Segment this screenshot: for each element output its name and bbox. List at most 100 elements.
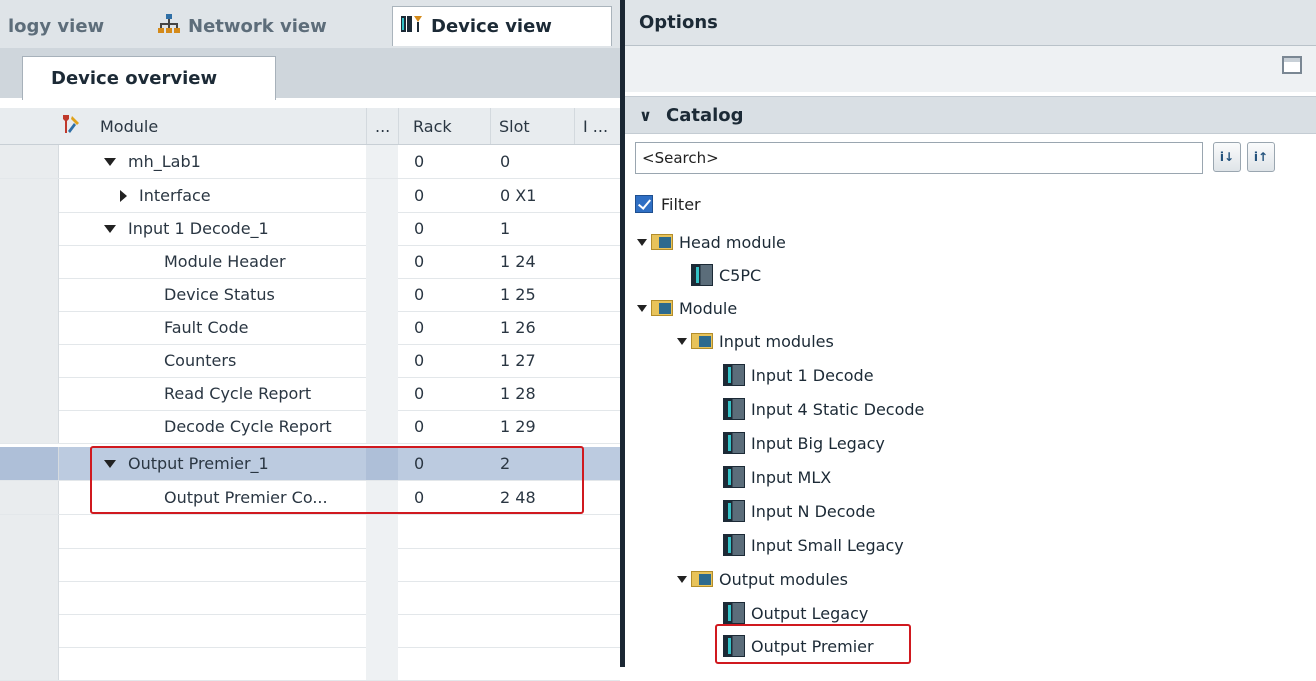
catalog-search-value: <Search> xyxy=(642,149,719,167)
filter-checkbox[interactable] xyxy=(635,195,653,213)
tree-node-module[interactable]: Module xyxy=(637,292,737,324)
row-gutter xyxy=(0,145,59,178)
column-header-i-label: I ... xyxy=(583,116,609,136)
slot-cell: 0 xyxy=(500,152,511,171)
module-cell: Device Status xyxy=(164,285,275,304)
search-down-button[interactable]: i↓ xyxy=(1213,142,1241,172)
collapse-arrow-icon[interactable] xyxy=(104,157,116,166)
collapse-arrow-icon[interactable] xyxy=(104,224,116,233)
tab-network-view[interactable]: Network view xyxy=(150,6,386,46)
module-icon xyxy=(723,602,745,624)
tree-node-label: Output modules xyxy=(719,569,848,589)
catalog-search-input[interactable]: <Search> xyxy=(635,142,1203,174)
table-row[interactable]: Read Cycle Report 0 1 28 xyxy=(0,377,620,411)
tree-node-input-4-static-decode[interactable]: Input 4 Static Decode xyxy=(723,393,924,425)
folder-icon xyxy=(651,234,673,250)
table-row-empty[interactable] xyxy=(0,614,620,648)
row-shade xyxy=(366,344,398,377)
tree-node-input-big-legacy[interactable]: Input Big Legacy xyxy=(723,427,885,459)
tree-node-label: Module xyxy=(679,298,738,318)
table-row[interactable]: Interface 0 0 X1 xyxy=(0,179,620,213)
tree-node-label: Input N Decode xyxy=(751,501,876,521)
column-header-rack[interactable]: Rack xyxy=(398,108,490,144)
module-name: Interface xyxy=(139,186,211,205)
tree-node-label: Input MLX xyxy=(751,467,832,487)
row-shade xyxy=(366,581,398,614)
filter-label: Filter xyxy=(661,194,701,214)
slot-cell: 1 26 xyxy=(500,318,536,337)
module-icon xyxy=(723,432,745,454)
filter-checkbox-row[interactable]: Filter xyxy=(635,190,701,218)
row-gutter xyxy=(0,311,59,344)
catalog-header[interactable]: ∨ Catalog xyxy=(625,96,1316,134)
table-row[interactable]: mh_Lab1 0 0 xyxy=(0,145,620,179)
tab-device-overview[interactable]: Device overview xyxy=(22,56,276,100)
row-gutter xyxy=(0,278,59,311)
column-header-module[interactable]: Module xyxy=(92,108,366,144)
tree-node-c5pc[interactable]: C5PC xyxy=(691,259,761,291)
expand-arrow-icon[interactable] xyxy=(120,189,127,202)
column-header-slot[interactable]: Slot xyxy=(490,108,574,144)
search-up-button[interactable]: i↑ xyxy=(1247,142,1275,172)
row-gutter xyxy=(0,581,59,614)
tab-network-view-label: Network view xyxy=(188,15,327,37)
options-title: Options xyxy=(639,12,718,33)
table-row-empty[interactable] xyxy=(0,647,620,681)
network-icon xyxy=(158,13,180,39)
tree-node-label: Input 1 Decode xyxy=(751,365,874,385)
tree-node-input-n-decode[interactable]: Input N Decode xyxy=(723,495,875,527)
row-gutter xyxy=(0,179,59,212)
column-header-i[interactable]: I ... xyxy=(574,108,620,144)
collapse-arrow-icon[interactable] xyxy=(637,304,647,312)
tree-node-output-modules[interactable]: Output modules xyxy=(677,563,848,595)
table-row[interactable]: Counters 0 1 27 xyxy=(0,344,620,378)
module-icon xyxy=(723,466,745,488)
header-tools-icon-cell[interactable] xyxy=(52,108,92,144)
table-row-empty[interactable] xyxy=(0,581,620,615)
slot-cell: 1 24 xyxy=(500,252,536,271)
row-gutter xyxy=(0,212,59,245)
tree-node-label: Output Legacy xyxy=(751,603,869,623)
rack-cell: 0 xyxy=(414,186,425,205)
row-gutter xyxy=(0,377,59,410)
tree-node-input-modules[interactable]: Input modules xyxy=(677,325,834,357)
tree-node-label: C5PC xyxy=(719,265,762,285)
rack-cell: 0 xyxy=(414,285,425,304)
rack-cell: 0 xyxy=(414,152,425,171)
slot-cell: 1 29 xyxy=(500,417,536,436)
panel-layout-icon[interactable] xyxy=(1282,56,1302,74)
options-panel: Options ∨ Catalog <Search> i↓ i↑ Filter … xyxy=(625,0,1316,667)
chevron-down-icon[interactable]: ∨ xyxy=(639,106,652,125)
tree-node-head-module[interactable]: Head module xyxy=(637,226,786,258)
table-row[interactable]: Module Header 0 1 24 xyxy=(0,245,620,279)
table-row-empty[interactable] xyxy=(0,515,620,549)
table-row-empty[interactable] xyxy=(0,548,620,582)
module-cell: mh_Lab1 xyxy=(104,145,201,178)
highlight-box-output-premier xyxy=(90,446,584,514)
collapse-arrow-icon[interactable] xyxy=(677,337,687,345)
table-row[interactable]: Fault Code 0 1 26 xyxy=(0,311,620,345)
row-shade xyxy=(366,245,398,278)
row-shade xyxy=(366,410,398,443)
tree-node-input-1-decode[interactable]: Input 1 Decode xyxy=(723,359,874,391)
tab-topology-view[interactable]: logy view xyxy=(0,6,146,46)
tree-node-input-mlx[interactable]: Input MLX xyxy=(723,461,831,493)
tree-node-input-small-legacy[interactable]: Input Small Legacy xyxy=(723,529,904,561)
tree-node-label: Head module xyxy=(679,232,786,252)
module-name: mh_Lab1 xyxy=(128,152,201,171)
table-row[interactable]: Device Status 0 1 25 xyxy=(0,278,620,312)
collapse-arrow-icon[interactable] xyxy=(677,575,687,583)
row-shade xyxy=(366,515,398,548)
row-gutter xyxy=(0,245,59,278)
row-gutter xyxy=(0,481,59,514)
column-header-dots[interactable]: ... xyxy=(366,108,398,144)
module-cell: Read Cycle Report xyxy=(164,384,312,403)
table-row[interactable]: Decode Cycle Report 0 1 29 xyxy=(0,410,620,444)
collapse-arrow-icon[interactable] xyxy=(637,238,647,246)
tab-device-view[interactable]: Device view xyxy=(392,6,612,46)
tree-node-label: Input 4 Static Decode xyxy=(751,399,925,419)
options-header: Options xyxy=(625,0,1316,46)
slot-cell: 1 28 xyxy=(500,384,536,403)
table-row[interactable]: Input 1 Decode_1 0 1 xyxy=(0,212,620,246)
tree-node-label: Input modules xyxy=(719,331,834,351)
